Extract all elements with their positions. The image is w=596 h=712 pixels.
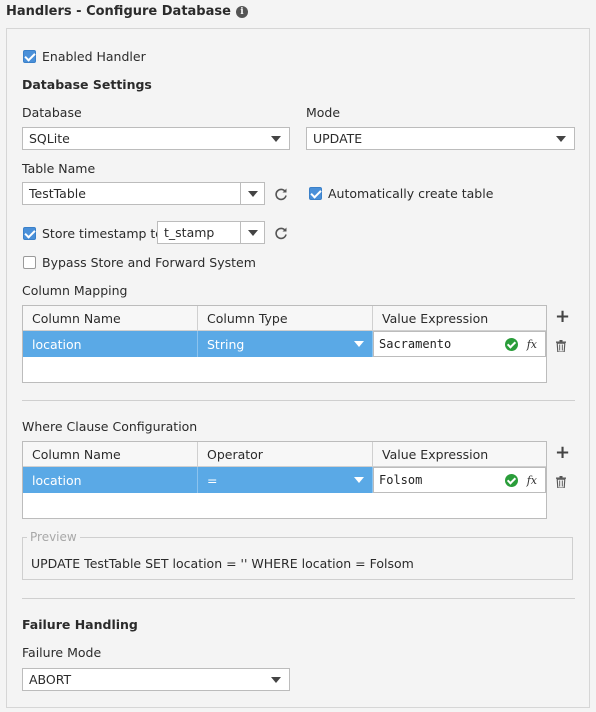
add-where-clause-icon[interactable]: + — [555, 444, 570, 462]
value-expression-cell[interactable]: Sacramento fx — [373, 331, 546, 357]
chevron-down-icon[interactable] — [354, 477, 364, 483]
table-row[interactable]: location = Folsom fx — [23, 467, 546, 493]
column-header[interactable]: Operator — [198, 442, 373, 466]
checkbox-unchecked-icon[interactable] — [23, 256, 36, 269]
timestamp-column-input[interactable]: t_stamp — [157, 221, 241, 244]
valid-check-icon — [504, 337, 518, 351]
failure-mode-label: Failure Mode — [22, 645, 102, 660]
column-header[interactable]: Column Name — [23, 306, 198, 330]
timestamp-column-combo[interactable]: t_stamp — [157, 221, 265, 244]
enabled-handler-checkbox[interactable]: Enabled Handler — [23, 49, 146, 64]
preview-legend: Preview — [27, 530, 80, 544]
column-header[interactable]: Value Expression — [373, 306, 546, 330]
timestamp-dropdown-button[interactable] — [241, 221, 265, 244]
column-header[interactable]: Value Expression — [373, 442, 546, 466]
table-name-dropdown-button[interactable] — [241, 182, 265, 205]
section-divider — [22, 598, 575, 599]
column-type-cell[interactable]: String — [198, 331, 373, 357]
column-name-cell[interactable]: location — [23, 467, 198, 493]
checkbox-checked-icon[interactable] — [23, 50, 36, 63]
table-header: Column Name Column Type Value Expression — [23, 306, 546, 331]
column-mapping-table: Column Name Column Type Value Expression… — [22, 305, 547, 383]
value-expression-cell[interactable]: Folsom fx — [373, 467, 546, 493]
mode-label: Mode — [306, 105, 341, 120]
where-clause-label: Where Clause Configuration — [22, 419, 198, 434]
failure-mode-select[interactable]: ABORT — [22, 668, 290, 691]
table-name-combo[interactable]: TestTable — [22, 182, 265, 205]
preview-sql-text: UPDATE TestTable SET location = '' WHERE… — [31, 556, 414, 571]
trash-icon[interactable] — [556, 340, 566, 352]
trash-icon[interactable] — [556, 476, 566, 488]
column-name-cell[interactable]: location — [23, 331, 198, 357]
checkbox-checked-icon[interactable] — [23, 227, 36, 240]
where-clause-table: Column Name Operator Value Expression lo… — [22, 441, 547, 519]
add-column-mapping-icon[interactable]: + — [555, 308, 570, 326]
chevron-down-icon — [271, 135, 281, 142]
info-icon[interactable]: i — [235, 5, 248, 18]
refresh-icon[interactable] — [274, 226, 288, 240]
refresh-icon[interactable] — [274, 187, 288, 201]
page-title: Handlers - Configure Database i — [6, 4, 248, 19]
column-header[interactable]: Column Type — [198, 306, 373, 330]
section-divider — [22, 400, 575, 401]
database-select[interactable]: SQLite — [22, 127, 290, 150]
auto-create-table-checkbox[interactable]: Automatically create table — [309, 186, 493, 201]
chevron-down-icon — [247, 229, 258, 236]
valid-check-icon — [504, 473, 518, 487]
chevron-down-icon — [271, 676, 281, 683]
mode-select[interactable]: UPDATE — [306, 127, 575, 150]
fx-icon[interactable]: fx — [527, 338, 537, 351]
bypass-store-forward-checkbox[interactable]: Bypass Store and Forward System — [23, 255, 256, 270]
chevron-down-icon[interactable] — [354, 341, 364, 347]
column-header[interactable]: Column Name — [23, 442, 198, 466]
chevron-down-icon — [556, 135, 566, 142]
failure-handling-heading: Failure Handling — [22, 617, 138, 632]
database-settings-heading: Database Settings — [22, 77, 152, 92]
column-mapping-label: Column Mapping — [22, 283, 128, 298]
checkbox-checked-icon[interactable] — [309, 187, 322, 200]
chevron-down-icon — [247, 190, 258, 197]
table-row[interactable]: location String Sacramento fx — [23, 331, 546, 357]
fx-icon[interactable]: fx — [527, 474, 537, 487]
database-label: Database — [22, 105, 82, 120]
store-timestamp-checkbox[interactable]: Store timestamp to — [23, 226, 163, 241]
table-name-input[interactable]: TestTable — [22, 182, 241, 205]
table-name-label: Table Name — [22, 161, 96, 176]
operator-cell[interactable]: = — [198, 467, 373, 493]
table-header: Column Name Operator Value Expression — [23, 442, 546, 467]
